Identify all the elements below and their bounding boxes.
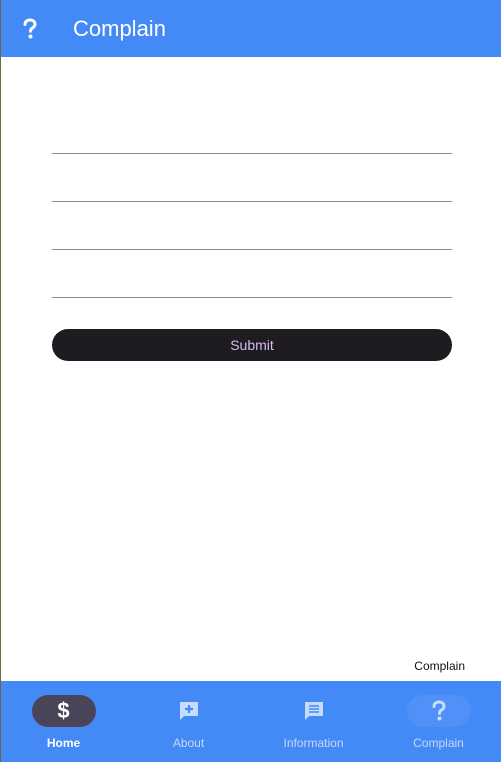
help-icon[interactable] [1, 0, 58, 57]
help-icon-glyph [23, 17, 37, 38]
dollar-icon: $ [57, 698, 70, 723]
nav-label-home: Home [46, 736, 81, 750]
comment-icon [304, 702, 323, 720]
nav-label-about: About [172, 736, 205, 750]
bottom-navigation: $ Home About Information Complain [1, 681, 501, 762]
text-field-4[interactable] [52, 272, 452, 291]
form-field-3[interactable] [52, 202, 452, 250]
nav-item-complain[interactable]: Complain [376, 681, 501, 762]
page-title: Complain [73, 15, 166, 41]
nav-label-information: Information [283, 736, 344, 750]
complaint-form [52, 106, 452, 298]
form-field-4[interactable] [52, 250, 452, 298]
nav-pill-about [157, 695, 221, 727]
form-field-2[interactable] [52, 154, 452, 202]
nav-item-about[interactable]: About [126, 681, 251, 762]
nav-label-complain: Complain [413, 736, 464, 750]
text-field-3[interactable] [52, 224, 452, 243]
nav-item-information[interactable]: Information [251, 681, 376, 762]
app-bar: Complain [1, 0, 501, 57]
nav-pill-information [282, 695, 346, 727]
app-frame: Complain Submit Complain $ Home About In… [0, 0, 501, 762]
nav-item-home[interactable]: $ Home [1, 681, 126, 762]
text-field-1[interactable] [52, 128, 452, 147]
nav-pill-home: $ [31, 695, 96, 727]
nav-pill-complain [406, 695, 471, 727]
page-label: Complain [414, 659, 465, 673]
text-field-2[interactable] [52, 176, 452, 195]
help-icon [432, 700, 446, 721]
add-comment-icon [179, 702, 198, 720]
submit-button[interactable]: Submit [52, 329, 452, 361]
form-field-1[interactable] [52, 106, 452, 154]
